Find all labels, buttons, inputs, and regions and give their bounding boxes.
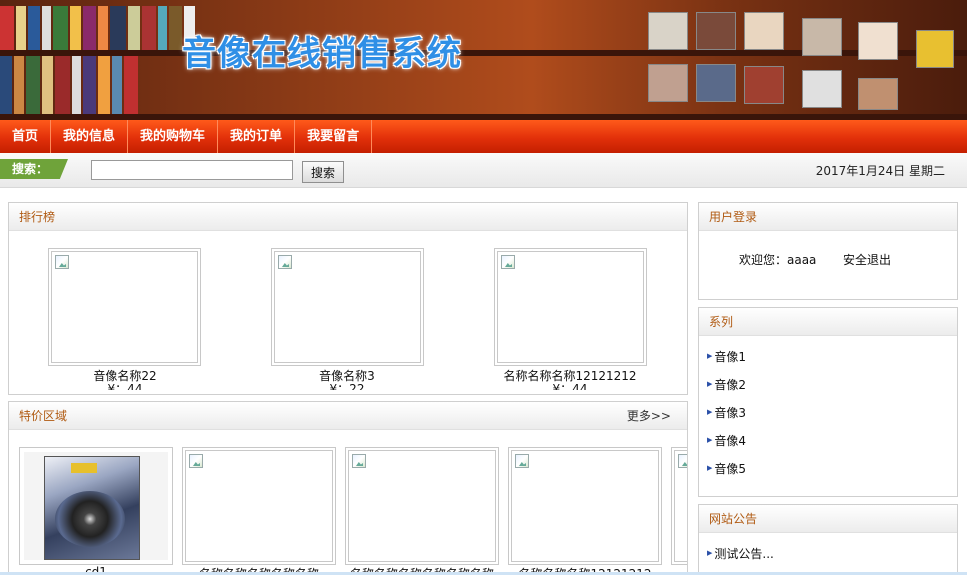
search-input[interactable]: [91, 160, 293, 180]
bullet-arrow-icon: ▶: [707, 408, 713, 416]
series-item-label: 音像4: [714, 434, 747, 448]
broken-image-icon: [678, 454, 687, 468]
cd-cover-image: [24, 452, 168, 560]
notice-title: 网站公告: [699, 505, 957, 533]
series-item[interactable]: ▶ 音像5: [707, 460, 746, 488]
logout-link[interactable]: 安全退出: [843, 251, 891, 268]
special-item-image[interactable]: [19, 447, 173, 565]
search-button[interactable]: 搜索: [302, 161, 344, 183]
special-item-image[interactable]: [182, 447, 336, 565]
broken-image-icon: [278, 255, 292, 269]
user-login-title: 用户登录: [699, 203, 957, 231]
broken-image-icon: [501, 255, 515, 269]
special-item-image[interactable]: [508, 447, 662, 565]
nav-home[interactable]: 首页: [0, 120, 52, 153]
series-panel: 系列 ▶ 音像1 ▶ 音像2 ▶ 音像3 ▶ 音像4 ▶ 音像5: [698, 307, 958, 497]
series-list: ▶ 音像1 ▶ 音像2 ▶ 音像3 ▶ 音像4 ▶ 音像5: [707, 348, 746, 488]
bullet-arrow-icon: ▶: [707, 380, 713, 388]
bullet-arrow-icon: ▶: [707, 464, 713, 472]
ranking-title: 排行榜: [9, 203, 687, 231]
more-link[interactable]: 更多>>: [627, 402, 671, 430]
series-item[interactable]: ▶ 音像4: [707, 432, 746, 460]
ranking-item-price: ¥：44: [107, 382, 143, 390]
current-date: 2017年1月24日 星期二: [815, 164, 945, 178]
series-item-label: 音像5: [714, 462, 747, 476]
search-bar: 搜索： 搜索 2017年1月24日 星期二: [0, 153, 967, 188]
notice-item-label: 测试公告...: [714, 547, 774, 561]
nav-my-orders[interactable]: 我的订单: [218, 120, 296, 153]
ranking-item-image[interactable]: [48, 248, 201, 366]
series-title: 系列: [699, 308, 957, 336]
ranking-item-image[interactable]: [494, 248, 647, 366]
broken-image-icon: [189, 454, 203, 468]
special-item-image[interactable]: [345, 447, 499, 565]
site-banner: 音像在线销售系统: [0, 0, 967, 120]
series-item[interactable]: ▶ 音像1: [707, 348, 746, 376]
ranking-item-price: ¥：22: [329, 382, 365, 390]
special-offer-title: 特价区域: [9, 402, 687, 430]
special-item-image[interactable]: [671, 447, 687, 565]
main-nav: 首页 我的信息 我的购物车 我的订单 我要留言: [0, 120, 967, 153]
notice-panel: 网站公告 ▶ 测试公告...: [698, 504, 958, 575]
user-login-panel: 用户登录 欢迎您：aaaa 安全退出: [698, 202, 958, 300]
bullet-arrow-icon: ▶: [707, 436, 713, 444]
series-item-label: 音像2: [714, 378, 747, 392]
ranking-item-price: ¥：44: [552, 382, 588, 390]
series-item-label: 音像3: [714, 406, 747, 420]
bullet-arrow-icon: ▶: [707, 549, 713, 557]
banner-cd-display: [640, 8, 960, 112]
nav-leave-message[interactable]: 我要留言: [295, 120, 373, 153]
special-offer-panel: 特价区域 更多>> cd1 名称名称名称名称名称 名称名称名称名称名称名称 名称…: [8, 401, 688, 575]
broken-image-icon: [55, 255, 69, 269]
welcome-text: 欢迎您：aaaa: [739, 253, 817, 267]
notice-item[interactable]: ▶ 测试公告...: [707, 545, 774, 562]
ranking-item-image[interactable]: [271, 248, 424, 366]
ranking-panel: 排行榜 音像名称22 ¥：44 音像名称3 ¥：22 名称名称名称1212121…: [8, 202, 688, 395]
series-item[interactable]: ▶ 音像3: [707, 404, 746, 432]
search-label: 搜索：: [0, 159, 68, 179]
nav-my-cart[interactable]: 我的购物车: [128, 120, 219, 153]
bullet-arrow-icon: ▶: [707, 352, 713, 360]
series-item-label: 音像1: [714, 350, 747, 364]
series-item[interactable]: ▶ 音像2: [707, 376, 746, 404]
broken-image-icon: [515, 454, 529, 468]
site-title: 音像在线销售系统: [182, 34, 462, 74]
broken-image-icon: [352, 454, 366, 468]
nav-my-info[interactable]: 我的信息: [51, 120, 129, 153]
